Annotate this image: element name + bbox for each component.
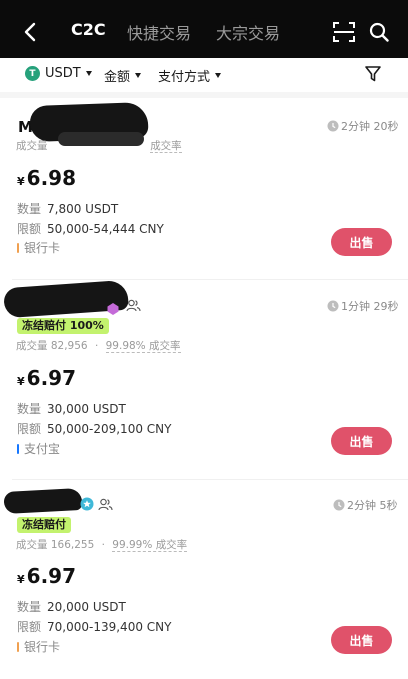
clock-icon: [327, 300, 339, 312]
quantity-row: 数量 20,000 USDT: [17, 598, 126, 615]
volume-label: 成交量: [16, 539, 48, 551]
chevron-down-icon: [85, 71, 92, 76]
frozen-compensation-badge: 冻结赔付 100%: [17, 318, 109, 334]
sell-button[interactable]: 出售: [331, 228, 392, 256]
completion-rate-label: 成交率: [155, 539, 188, 551]
completion-rate-label: 成交率: [150, 140, 182, 153]
sell-button[interactable]: 出售: [331, 427, 392, 455]
redacted-merchant-name: [3, 487, 83, 515]
clock-icon: [333, 499, 345, 511]
quantity-value: 20,000 USDT: [47, 600, 126, 614]
trade-stats: 成交量 82,956 · 99.98% 成交率: [16, 338, 181, 353]
tab-block-trade[interactable]: 大宗交易: [216, 20, 280, 44]
coin-filter-label: USDT: [45, 66, 81, 81]
payment-method-label: 支付宝: [24, 442, 61, 456]
price-value: 6.98: [26, 166, 77, 190]
limit-label: 限额: [17, 222, 42, 236]
quantity-label: 数量: [17, 402, 42, 416]
payment-time-limit: 2分钟 20秒: [341, 120, 399, 133]
limit-label: 限额: [17, 422, 42, 436]
back-arrow-icon[interactable]: [22, 21, 38, 43]
vip-badge-icon: [107, 303, 119, 315]
payment-method: 支付宝: [17, 440, 60, 457]
completion-rate-label: 成交率: [149, 340, 181, 352]
volume-label: 成交量: [16, 140, 48, 152]
completion-rate: 99.98% 成交率: [105, 340, 181, 353]
amount-filter-label: 金额: [104, 70, 131, 85]
currency-symbol: ¥: [17, 175, 25, 188]
quantity-value: 30,000 USDT: [47, 402, 126, 416]
trade-stats: 成交量 166,255 · 99.99% 成交率: [16, 537, 188, 552]
completion-rate-value: 99.99%: [112, 539, 153, 551]
limit-row: 限额 50,000-54,444 CNY: [17, 220, 164, 237]
price: ¥6.97: [17, 564, 76, 588]
limit-value: 70,000-139,400 CNY: [47, 620, 172, 634]
currency-symbol: ¥: [17, 573, 25, 586]
top-nav-bar: C2C 快捷交易 大宗交易: [0, 0, 408, 58]
volume-label: 成交量: [16, 340, 48, 352]
separator-dot: ·: [101, 539, 105, 551]
amount-filter-dropdown[interactable]: 金额: [104, 66, 142, 85]
people-icon: [126, 299, 141, 312]
tab-c2c[interactable]: C2C: [71, 20, 106, 39]
listing-card: 2分钟 5秒 冻结赔付 成交量 166,255 · 99.99% 成交率 ¥6.…: [0, 480, 408, 679]
quantity-label: 数量: [17, 600, 42, 614]
price: ¥6.97: [17, 366, 76, 390]
separator-dot: ·: [94, 340, 99, 352]
listing-card: M 2分钟 20秒 成交量 成交率 ¥6.98 数量 7,800 USDT 限额 5…: [0, 98, 408, 279]
payment-method: 银行卡: [17, 638, 60, 655]
filter-funnel-icon[interactable]: [364, 65, 382, 83]
payment-filter-label: 支付方式: [158, 70, 211, 85]
limit-row: 限额 50,000-209,100 CNY: [17, 420, 171, 437]
limit-value: 50,000-54,444 CNY: [47, 222, 164, 236]
limit-row: 限额 70,000-139,400 CNY: [17, 618, 171, 635]
quantity-value: 7,800 USDT: [47, 202, 119, 216]
payment-method-label: 银行卡: [24, 640, 61, 654]
clock-icon: [327, 120, 339, 132]
sell-button[interactable]: 出售: [331, 626, 392, 654]
payment-method: 银行卡: [17, 239, 60, 256]
limit-label: 限额: [17, 620, 42, 634]
verified-badge-icon: [80, 497, 94, 511]
bank-card-marker: [17, 641, 19, 652]
alipay-marker: [17, 443, 19, 454]
payment-time-limit: 2分钟 5秒: [347, 499, 398, 512]
limit-value: 50,000-209,100 CNY: [47, 422, 172, 436]
frozen-compensation-badge: 冻结赔付: [17, 517, 71, 533]
coin-filter-dropdown[interactable]: T USDT: [25, 66, 92, 81]
tab-quick-trade[interactable]: 快捷交易: [127, 20, 191, 44]
filter-bar: T USDT 金额 支付方式: [0, 58, 408, 92]
completion-rate-value: 99.98%: [105, 340, 146, 352]
volume-value: 82,956: [50, 340, 88, 352]
trade-stats: 成交量 成交率: [16, 138, 182, 153]
payment-method-label: 银行卡: [24, 241, 61, 255]
payment-filter-dropdown[interactable]: 支付方式: [158, 66, 222, 85]
scan-icon[interactable]: [333, 22, 355, 42]
quantity-label: 数量: [17, 202, 42, 216]
price-value: 6.97: [26, 564, 77, 588]
volume-value: 166,255: [50, 539, 95, 551]
listing-card: 1分钟 29秒 冻结赔付 100% 成交量 82,956 · 99.98% 成交…: [0, 279, 408, 479]
quantity-row: 数量 7,800 USDT: [17, 200, 118, 217]
people-icon: [98, 498, 113, 511]
chevron-down-icon: [135, 73, 142, 78]
bank-card-marker: [17, 242, 19, 253]
chevron-down-icon: [215, 73, 222, 78]
usdt-coin-icon: T: [25, 66, 40, 81]
price-value: 6.97: [26, 366, 77, 390]
quantity-row: 数量 30,000 USDT: [17, 400, 126, 417]
payment-time-limit: 1分钟 29秒: [341, 300, 399, 313]
price: ¥6.98: [17, 166, 76, 190]
currency-symbol: ¥: [17, 375, 25, 388]
search-icon[interactable]: [369, 22, 389, 42]
completion-rate: 99.99% 成交率: [112, 539, 188, 552]
